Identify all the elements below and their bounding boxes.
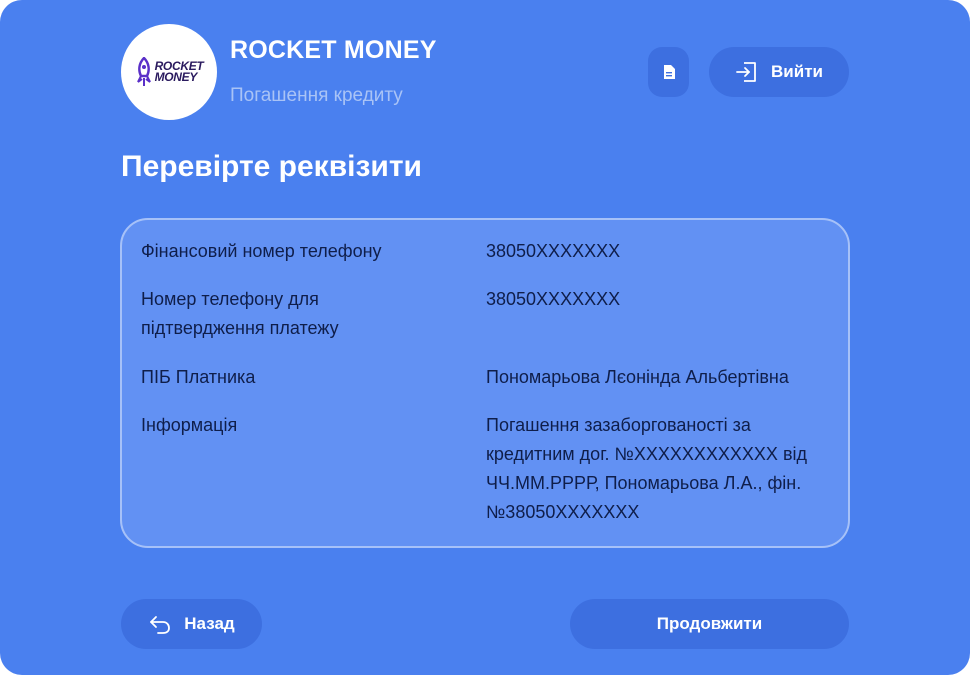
rocket-icon [136,57,151,86]
brand-subtitle: Погашення кредиту [230,85,403,106]
payment-panel: ROCKET MONEY ROCKET MONEY Погашення кред… [0,0,970,675]
continue-button[interactable]: Продовжити [570,599,849,649]
detail-label: Номер телефону для підтвердження платежу [141,289,339,338]
continue-label: Продовжити [656,614,763,633]
logout-label: Вийти [771,62,823,81]
back-label: Назад [184,614,235,633]
page-title: Перевірте реквізити [121,150,422,183]
back-button[interactable]: Назад [121,599,262,649]
detail-label: Інформація [141,415,238,435]
logout-button[interactable]: Вийти [709,47,849,97]
detail-value: Пономарьова Лєонінда Альбертівна [486,367,789,387]
logout-icon [736,62,756,82]
brand-name: ROCKET MONEY [230,36,437,64]
brand-logo: ROCKET MONEY [121,24,217,120]
detail-value: 38050XXXXXXX [486,241,621,261]
detail-value: Погашення зазаборгованості за кредитним … [486,415,808,522]
detail-value: 38050XXXXXXX [486,289,621,309]
back-arrow-icon [150,616,171,634]
document-button[interactable] [648,47,689,97]
detail-label: ПІБ Платника [141,367,256,387]
detail-label: Фінансовий номер телефону [141,241,382,261]
logo-wordmark: ROCKET MONEY [154,59,204,84]
details-card: Фінансовий номер телефону 38050XXXXXXX Н… [120,218,850,548]
document-icon [663,65,675,79]
